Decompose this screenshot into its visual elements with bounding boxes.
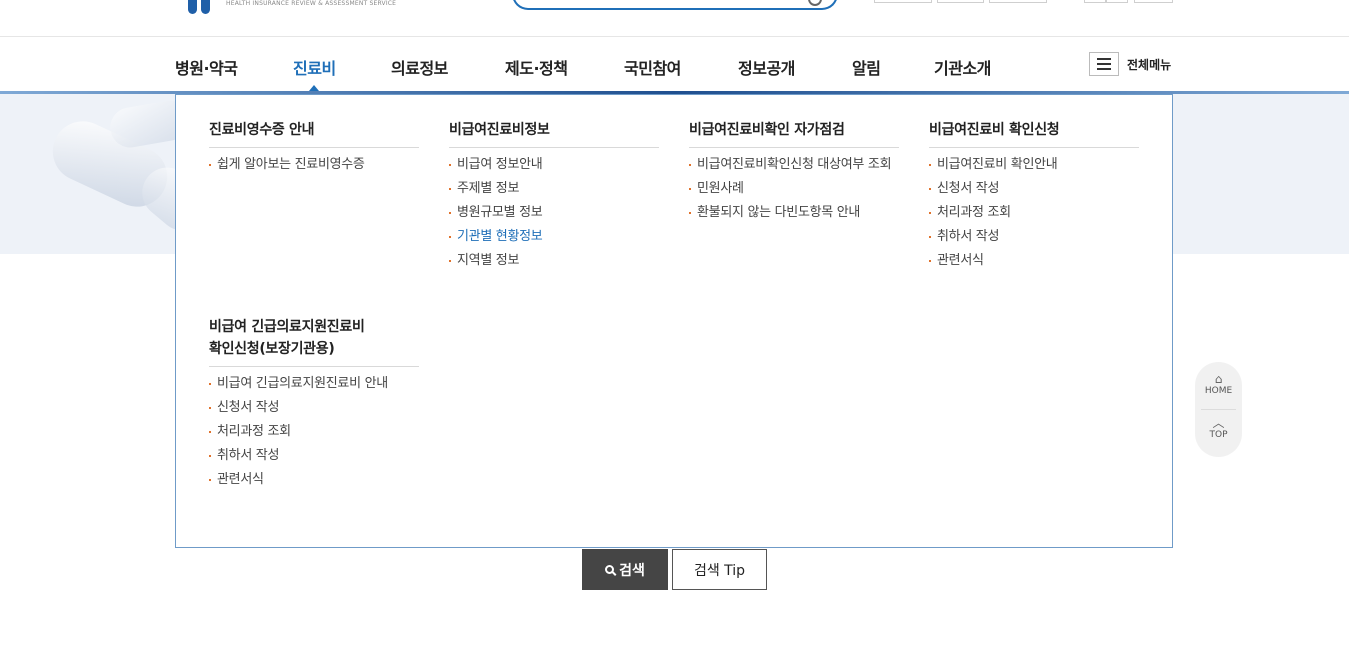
menu-link[interactable]: 지역별 정보 (449, 252, 659, 269)
all-menu-button[interactable]: 전체메뉴 (1089, 52, 1171, 76)
gnb-item-about[interactable]: 기관소개 (934, 55, 991, 79)
hamburger-icon[interactable] (1089, 52, 1119, 76)
menu-link-active[interactable]: 기관별 현황정보 (449, 228, 659, 245)
gnb-item-notice[interactable]: 알림 (852, 55, 881, 79)
home-icon: ⌂ (1214, 372, 1223, 386)
gnb-item-disclosure[interactable]: 정보공개 (738, 55, 795, 79)
menu-column-title[interactable]: 비급여진료비 확인신청 (929, 119, 1139, 148)
menu-link[interactable]: 비급여진료비확인신청 대상여부 조회 (689, 156, 899, 173)
menu-link[interactable]: 취하서 작성 (929, 228, 1139, 245)
logo[interactable] (188, 0, 218, 14)
search-button-label: 검색 (619, 562, 645, 579)
menu-link[interactable]: 신청서 작성 (929, 180, 1139, 197)
gnb-item-participation[interactable]: 국민참여 (624, 55, 681, 79)
menu-column-title[interactable]: 비급여진료비정보 (449, 119, 659, 148)
menu-column-noncovered-info: 비급여진료비정보 비급여 정보안내 주제별 정보 병원규모별 정보 기관별 현황… (449, 119, 659, 276)
menu-link[interactable]: 신청서 작성 (209, 399, 419, 416)
mega-menu-dropdown: 진료비영수증 안내 쉽게 알아보는 진료비영수증 비급여진료비정보 비급여 정보… (175, 94, 1173, 548)
menu-link[interactable]: 처리과정 조회 (929, 204, 1139, 221)
search-button[interactable]: 검색 (582, 549, 668, 590)
menu-link[interactable]: 쉽게 알아보는 진료비영수증 (209, 156, 419, 173)
menu-column-emergency: 비급여 긴급의료지원진료비 확인신청(보장기관용) 비급여 긴급의료지원진료비 … (209, 316, 419, 495)
menu-column-title[interactable]: 비급여진료비확인 자가점검 (689, 119, 899, 148)
menu-link[interactable]: 비급여 긴급의료지원진료비 안내 (209, 375, 419, 392)
menu-link[interactable]: 처리과정 조회 (209, 423, 419, 440)
search-input[interactable] (512, 0, 838, 10)
top-button[interactable]: ︿ TOP (1195, 410, 1242, 456)
font-size-button-2[interactable] (1106, 0, 1128, 3)
menu-link[interactable]: 민원사례 (689, 180, 899, 197)
gnb-item-medical-info[interactable]: 의료정보 (391, 55, 448, 79)
util-button-1[interactable] (874, 0, 932, 3)
menu-link[interactable]: 비급여 정보안내 (449, 156, 659, 173)
search-icon (605, 565, 615, 574)
gnb-item-medical-fee[interactable]: 진료비 (293, 55, 336, 91)
chevron-up-icon: ︿ (1212, 416, 1225, 430)
menu-column-receipt: 진료비영수증 안내 쉽게 알아보는 진료비영수증 (209, 119, 419, 180)
menu-link[interactable]: 비급여진료비 확인안내 (929, 156, 1139, 173)
top-header: HEALTH INSURANCE REVIEW & ASSESSMENT SER… (0, 0, 1349, 37)
gnb-item-hospital-pharmacy[interactable]: 병원·약국 (175, 55, 238, 79)
menu-column-title-line2: 확인신청(보장기관용) (209, 341, 335, 357)
menu-link[interactable]: 병원규모별 정보 (449, 204, 659, 221)
search-tip-button[interactable]: 검색 Tip (672, 549, 767, 590)
util-button-2[interactable] (937, 0, 984, 3)
menu-link[interactable]: 주제별 정보 (449, 180, 659, 197)
menu-link[interactable]: 환불되지 않는 다빈도항목 안내 (689, 204, 899, 221)
util-button-3[interactable] (989, 0, 1047, 3)
quick-menu: ⌂ HOME ︿ TOP (1195, 362, 1242, 457)
menu-column-self-check: 비급여진료비확인 자가점검 비급여진료비확인신청 대상여부 조회 민원사례 환불… (689, 119, 899, 228)
home-label: HOME (1204, 386, 1233, 396)
menu-link[interactable]: 관련서식 (929, 252, 1139, 269)
top-label: TOP (1209, 430, 1228, 440)
menu-link[interactable]: 취하서 작성 (209, 447, 419, 464)
home-button[interactable]: ⌂ HOME (1195, 362, 1242, 408)
font-size-button-1[interactable] (1084, 0, 1106, 3)
menu-column-request: 비급여진료비 확인신청 비급여진료비 확인안내 신청서 작성 처리과정 조회 취… (929, 119, 1139, 276)
menu-link[interactable]: 관련서식 (209, 471, 419, 488)
language-button[interactable] (1134, 0, 1173, 3)
all-menu-label: 전체메뉴 (1127, 57, 1172, 72)
gnb-item-policy[interactable]: 제도·정책 (505, 55, 568, 79)
global-nav: 병원·약국 진료비 의료정보 제도·정책 국민참여 정보공개 알림 기관소개 전… (0, 37, 1349, 91)
logo-org-name: HEALTH INSURANCE REVIEW & ASSESSMENT SER… (226, 0, 397, 7)
menu-column-title[interactable]: 진료비영수증 안내 (209, 119, 419, 148)
menu-column-title[interactable]: 비급여 긴급의료지원진료비 확인신청(보장기관용) (209, 316, 419, 367)
menu-column-title-line1: 비급여 긴급의료지원진료비 (209, 319, 365, 335)
search-icon[interactable] (808, 0, 822, 6)
